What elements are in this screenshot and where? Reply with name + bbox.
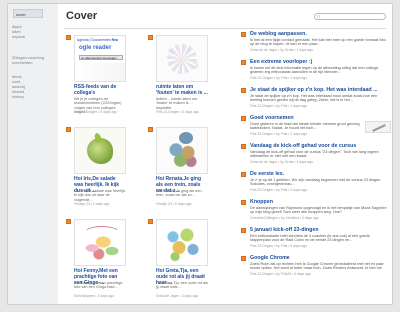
card-snippet: Hoi Fenny,Met een prachtige foto van een… — [74, 281, 123, 290]
card-meta: Schoolkippen • 2 days ago — [74, 294, 115, 298]
sidebar-item-explore[interactable]: explore — [12, 34, 25, 39]
list-item[interactable]: Een extreme voorloper :) Ik kwam net dit… — [241, 59, 391, 85]
item-title[interactable]: Google Chrome — [250, 255, 390, 261]
list-item[interactable]: Knoppen De aanwijzingen van Raymond opge… — [241, 199, 391, 225]
item-snippet: Ik kwam net dit stuk informatie tegen op… — [250, 66, 379, 75]
item-checkbox[interactable] — [241, 144, 246, 149]
item-checkbox[interactable] — [241, 256, 246, 261]
item-checkbox[interactable] — [241, 172, 246, 177]
item-checkbox[interactable] — [241, 32, 246, 37]
item-title[interactable]: Een extreme voorloper :) — [250, 59, 390, 65]
item-title[interactable]: Knoppen — [250, 199, 390, 205]
item-title[interactable]: 5 januari kick-off 23-dingen — [250, 227, 390, 233]
item-snippet: Je z' je op dit 1 geleken. We zijn vanda… — [250, 178, 382, 187]
item-snippet: Een enthousiaste tafel schotels de 4 coa… — [250, 234, 370, 243]
item-meta: Frits 22-Dingen • by Frits • 5 days ago — [250, 244, 308, 248]
item-meta: Frits 22-Dingen • by Frits • 1 days ago — [250, 76, 308, 80]
list-item[interactable]: 5 januari kick-off 23-dingen Een enthous… — [241, 227, 391, 253]
list-item[interactable]: Vandaag de kick-off gehad voor de cursus… — [241, 143, 391, 169]
thumb-tab: Rea — [111, 38, 118, 42]
item-title[interactable]: Vandaag de kick-off gehad voor de cursus — [250, 143, 390, 149]
card[interactable]: Hoi Iris,De salade was heerlijk. Ik kijk… — [66, 127, 126, 209]
sidebar-item-overzichten[interactable]: overzichten — [12, 60, 32, 65]
thumb-tab: Documenten — [91, 38, 111, 42]
card-meta: Feestje 23 • 2 days ago — [74, 202, 110, 206]
list-item[interactable]: De eerste les. Je z' je op dit 1 geleken… — [241, 171, 391, 197]
item-snippet: Vandaag de kick-off gehad voor de cursus… — [250, 150, 379, 159]
card-title[interactable]: ruimte laten om 'fouten' te maken is ... — [156, 84, 208, 96]
thumb-tab: Agenda — [77, 38, 89, 42]
card[interactable]: Agenda | Documenten Rea ogle reader on a… — [66, 35, 126, 117]
item-title[interactable]: Je staat de spijker op z'n kop. Het was … — [250, 87, 390, 93]
page-title: Cover — [66, 10, 98, 22]
item-checkbox[interactable] — [66, 35, 71, 40]
card[interactable]: Hoi Renata,Je ging als een trein, zoals … — [148, 127, 208, 209]
subscribe-button: on abonnement toevoegen — [79, 55, 123, 60]
card-thumbnail[interactable] — [156, 35, 208, 82]
item-checkbox[interactable] — [148, 219, 153, 224]
item-meta: Frits 22-Dingen • by Frits • 1 days ago — [250, 104, 308, 108]
item-meta: Greta de de Jager • by Greta • 1 days ag… — [250, 48, 314, 52]
card[interactable]: Hoi Fenny,Met een prachtige foto van een… — [66, 219, 126, 301]
card-thumbnail[interactable] — [74, 219, 126, 266]
card-thumbnail[interactable] — [156, 219, 208, 266]
list-item[interactable]: Google Chrome Zoest Ruim als op rechten … — [241, 255, 391, 279]
item-title[interactable]: De weblog aanpassen. — [250, 31, 390, 37]
item-meta: Christina'23dingen • by Christina • 4 da… — [250, 216, 319, 220]
item-checkbox[interactable] — [66, 219, 71, 224]
main-content: Cover ○ Agenda | Documenten Rea ogle rea… — [58, 4, 392, 304]
item-snippet: Ik heb al een tijdje contact gemaakt. He… — [250, 38, 386, 47]
card-snippet: Hoi Renata,Je ging als een trein, zoals … — [156, 189, 202, 198]
card-meta: Frits 22-Dingen • 5 days ago — [74, 110, 117, 114]
item-snippet: Je staat de spijker op z'n kop. Het was … — [250, 94, 378, 103]
item-snippet: Zoest Ruim als op rechten heb ik Google … — [250, 262, 384, 271]
card-thumbnail[interactable]: Agenda | Documenten Rea ogle reader on a… — [74, 35, 126, 82]
list-item[interactable]: De weblog aanpassen. Ik heb al een tijdj… — [241, 31, 391, 57]
item-meta: Frits 22-Dingen • by Frits20 • 6 days ag… — [250, 272, 311, 276]
search-icon: ○ — [317, 14, 321, 20]
item-checkbox[interactable] — [148, 127, 153, 132]
reader-logo: ogle reader — [79, 45, 112, 51]
list-item[interactable]: Goed voornemen Goed gisteren in de blad … — [241, 115, 391, 141]
item-checkbox[interactable] — [241, 200, 246, 205]
card[interactable]: Hoi Greta,Tja, een oude rot als jij draa… — [148, 219, 208, 301]
item-title[interactable]: De eerste les. — [250, 171, 390, 177]
sidebar-item-cover[interactable]: cover — [13, 9, 43, 18]
item-meta: Greta de de Jager • by Greta • 3 days ag… — [250, 160, 314, 164]
divider — [64, 28, 386, 29]
card-meta: Feestje 23 • 5 days ago — [156, 202, 192, 206]
item-thumbnail — [365, 121, 391, 133]
item-checkbox[interactable] — [241, 228, 246, 233]
card-thumbnail[interactable] — [156, 127, 208, 174]
app-window: cover dipjot label explore 2Dingen coach… — [7, 3, 393, 305]
sidebar: cover dipjot label explore 2Dingen coach… — [8, 4, 58, 304]
item-checkbox[interactable] — [148, 35, 153, 40]
card-snippet: Hoi Greta,Tja, een oude rot als jij draa… — [156, 281, 208, 290]
item-checkbox[interactable] — [66, 127, 71, 132]
card-meta: Greta de Jager • 3 days ago — [156, 294, 199, 298]
item-snippet: De aanwijzingen van Raymond opgevolgd en… — [250, 206, 387, 215]
search-input[interactable]: ○ — [314, 13, 386, 20]
card-title[interactable]: RSS-feeds van de collega's — [74, 84, 126, 96]
card[interactable]: ruimte laten om 'fouten' te maken is ...… — [148, 35, 208, 117]
card-thumbnail[interactable] — [74, 127, 126, 174]
list-item[interactable]: Je staat de spijker op z'n kop. Het was … — [241, 87, 391, 113]
item-checkbox[interactable] — [241, 116, 246, 121]
card-snippet: Iedere... ruimte laten om 'fouten' te ma… — [156, 97, 198, 110]
item-checkbox[interactable] — [241, 60, 246, 65]
card-snippet: Hoi Iris,De salade was heerlijk. Ik kijk… — [74, 189, 126, 202]
sidebar-item-history[interactable]: history — [12, 94, 24, 99]
item-snippet: Goed gisteren in de blad dat ideale mind… — [250, 122, 360, 131]
card-meta: Frits 22-Dingen • 3 days ago — [156, 110, 199, 114]
item-meta: Frits 22-Dingen • by Frits • 3 days ago — [250, 188, 308, 192]
item-checkbox[interactable] — [241, 88, 246, 93]
